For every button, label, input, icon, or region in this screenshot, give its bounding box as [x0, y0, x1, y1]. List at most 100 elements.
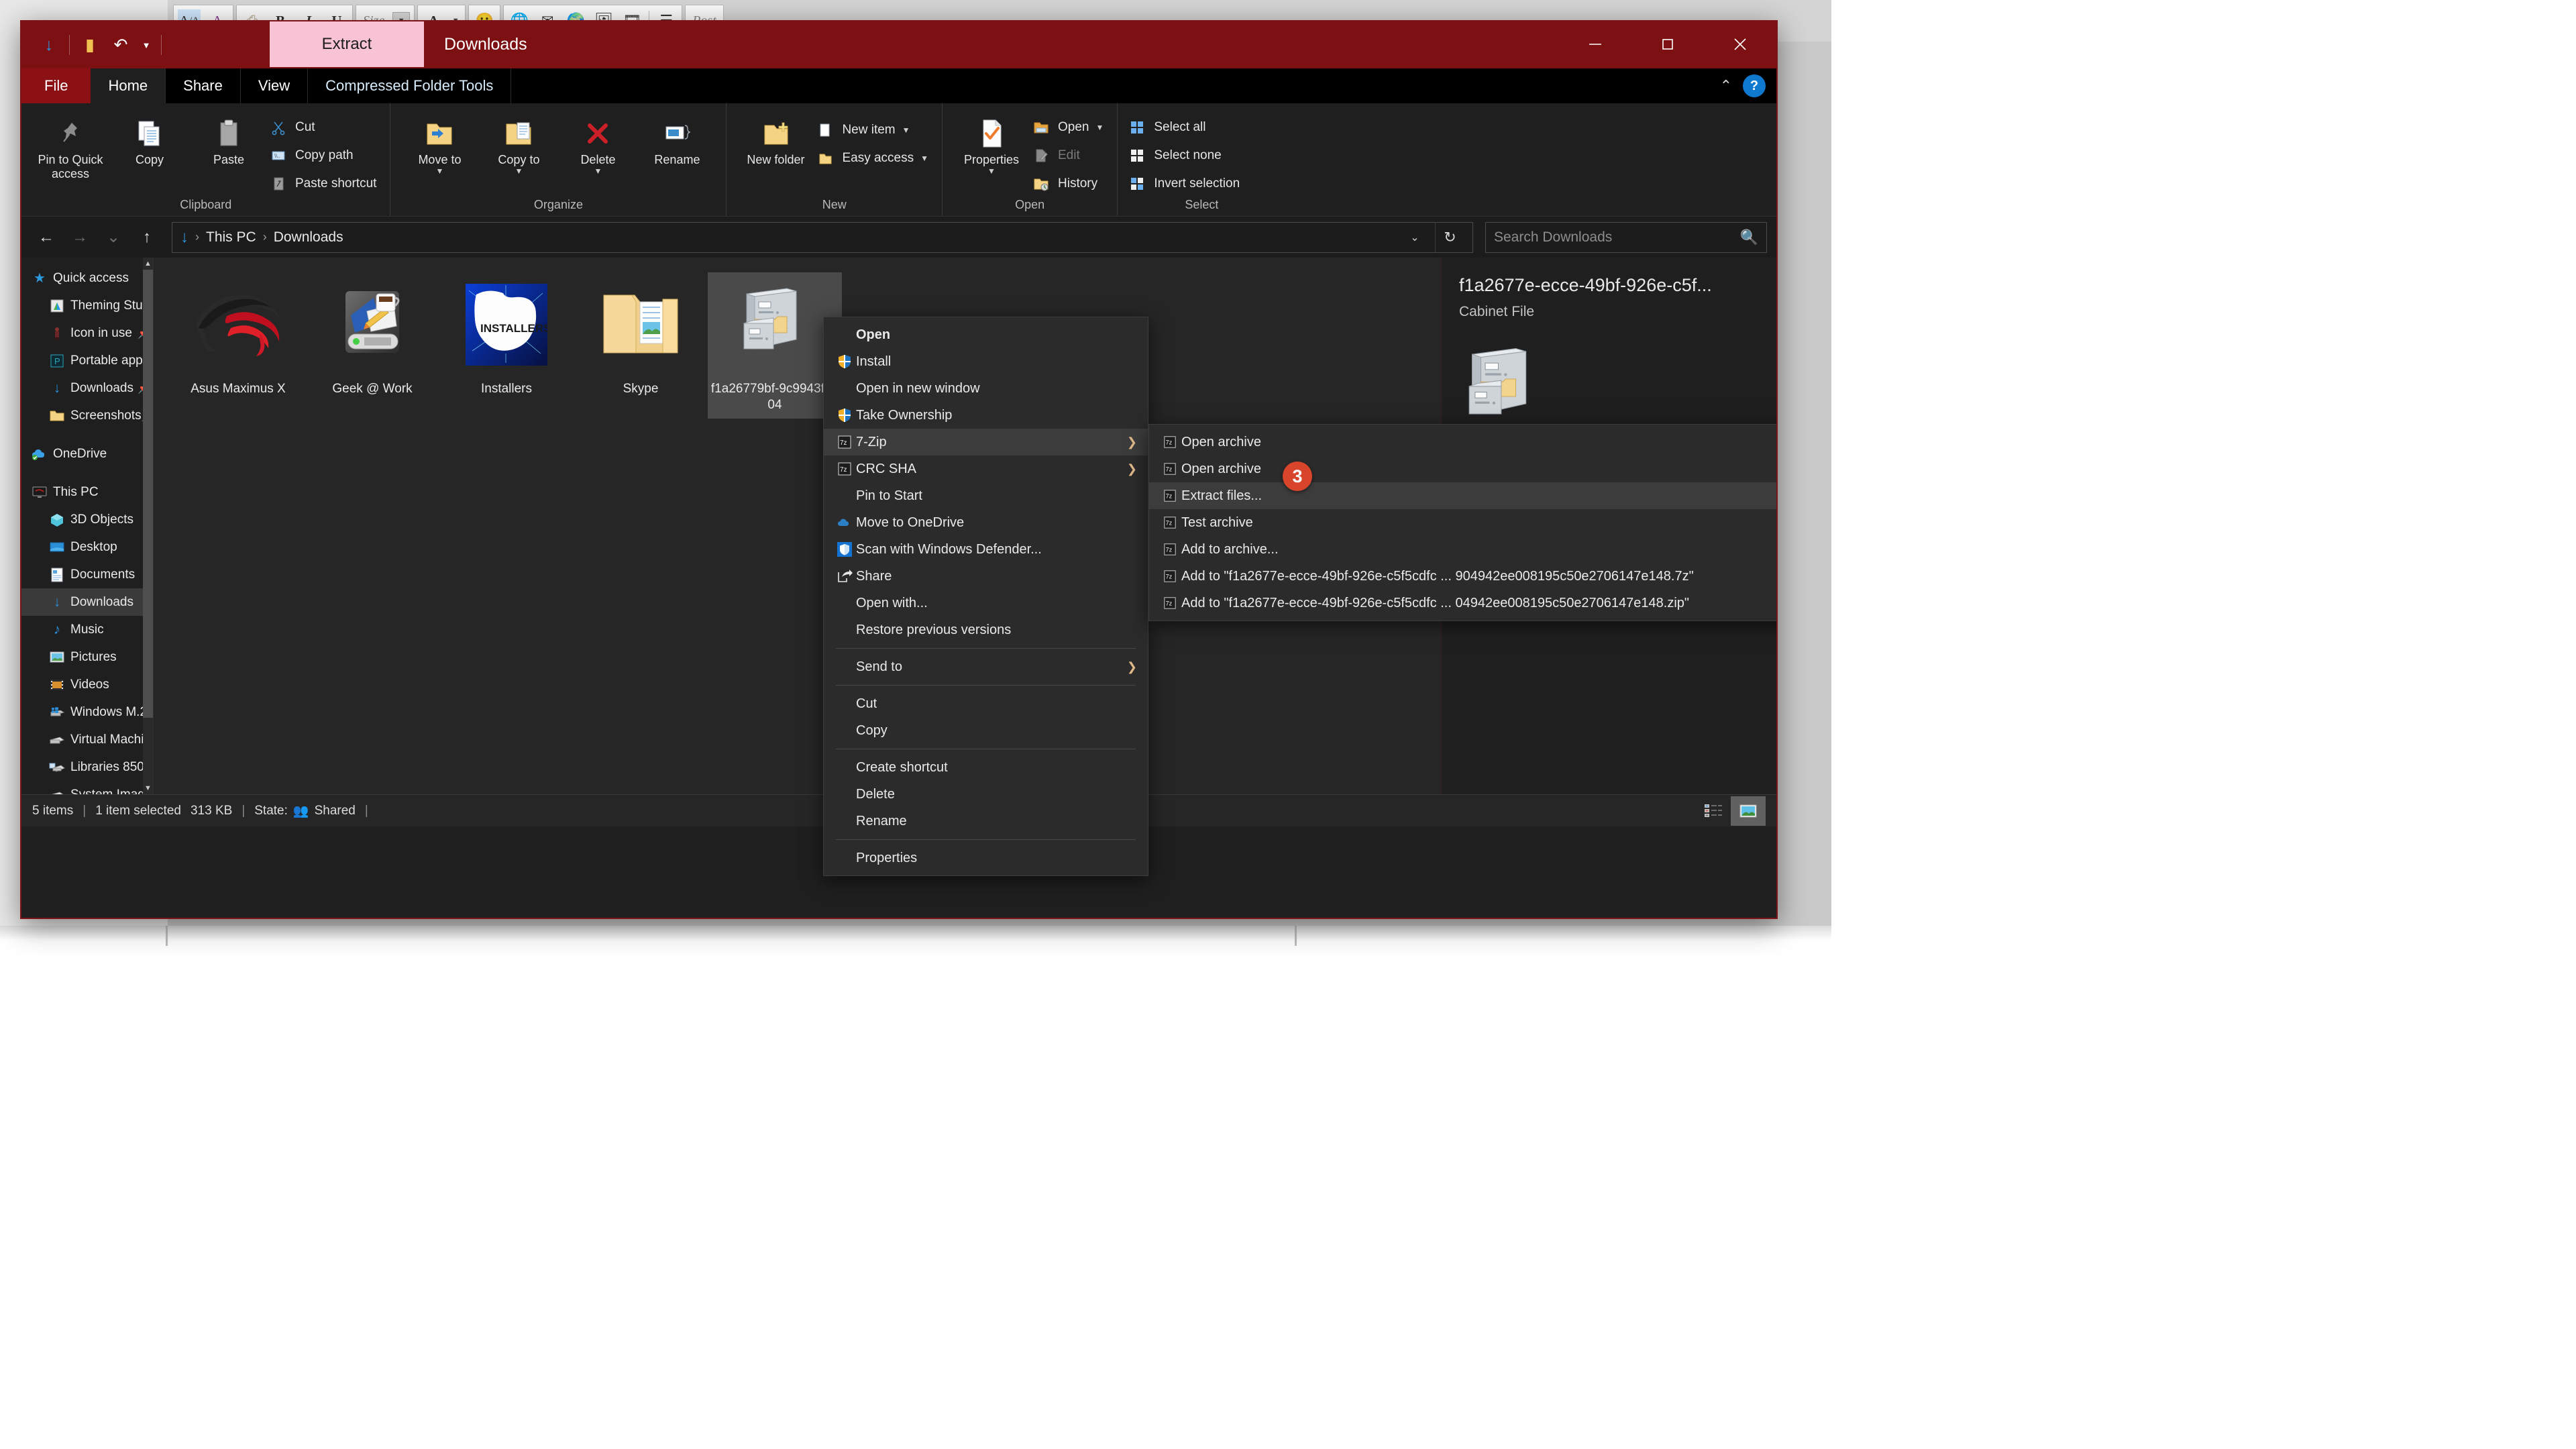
- chevron-down-icon[interactable]: ▼: [987, 166, 996, 176]
- open-button[interactable]: Open ▼: [1031, 115, 1108, 140]
- sidebar-item-system-images-h[interactable]: System Images H: [21, 781, 153, 794]
- file-tile-asus-maximus-x[interactable]: Asus Maximus X: [171, 272, 305, 419]
- sidebar-item-libraries-850evo[interactable]: Libraries 850EVO: [21, 753, 153, 781]
- new-item-button[interactable]: New item ▼: [815, 118, 932, 142]
- sidebar-item-quick-access[interactable]: ★ Quick access: [21, 264, 153, 292]
- sidebar-item-downloads[interactable]: ↓ Downloads: [21, 588, 153, 616]
- menu-item-cut[interactable]: Cut: [824, 690, 1148, 717]
- menu-item-rename[interactable]: Rename: [824, 808, 1148, 835]
- submenu-item-open-archive-submenu[interactable]: 7z Open archive ❯: [1149, 455, 1776, 482]
- navigation-scrollbar[interactable]: ▲ ▼: [143, 258, 153, 794]
- easy-access-button[interactable]: Easy access ▼: [815, 146, 932, 170]
- sidebar-item-3d-objects[interactable]: 3D Objects: [21, 506, 153, 533]
- details-view-button[interactable]: [1696, 796, 1731, 826]
- search-input[interactable]: Search Downloads 🔍: [1485, 221, 1767, 253]
- menu-item-restore-previous-versions[interactable]: Restore previous versions: [824, 616, 1148, 643]
- edit-button[interactable]: Edit: [1031, 144, 1108, 168]
- submenu-item-add-to-7z[interactable]: 7z Add to "f1a2677e-ecce-49bf-926e-c5f5c…: [1149, 563, 1776, 590]
- menu-item-scan-with-windows-defender[interactable]: Scan with Windows Defender...: [824, 536, 1148, 563]
- undo-icon[interactable]: ↶: [105, 29, 136, 61]
- sevenzip-submenu[interactable]: 7z Open archive 7z Open archive ❯ 7z Ext…: [1148, 424, 1776, 621]
- sidebar-item-windows-m2-c[interactable]: Windows M.2 (C:): [21, 698, 153, 726]
- minimize-button[interactable]: [1559, 21, 1631, 67]
- chevron-down-icon[interactable]: ▼: [436, 166, 444, 176]
- help-icon[interactable]: ?: [1743, 74, 1766, 97]
- menu-item-crc-sha[interactable]: 7z CRC SHA ❯: [824, 455, 1148, 482]
- submenu-item-add-to-zip[interactable]: 7z Add to "f1a2677e-ecce-49bf-926e-c5f5c…: [1149, 590, 1776, 616]
- sidebar-item-desktop[interactable]: Desktop: [21, 533, 153, 561]
- submenu-item-test-archive[interactable]: 7z Test archive: [1149, 509, 1776, 536]
- file-tile-skype[interactable]: Skype: [574, 272, 708, 419]
- history-button[interactable]: History: [1031, 172, 1108, 196]
- submenu-item-open-archive[interactable]: 7z Open archive: [1149, 429, 1776, 455]
- folder-icon[interactable]: ▮: [74, 29, 105, 61]
- sidebar-item-this-pc[interactable]: This PC: [21, 478, 153, 506]
- menu-item-take-ownership[interactable]: Take Ownership: [824, 402, 1148, 429]
- downloads-icon[interactable]: ↓: [34, 29, 64, 61]
- menu-item-share[interactable]: Share: [824, 563, 1148, 590]
- tab-home[interactable]: Home: [91, 68, 166, 103]
- tab-file[interactable]: File: [21, 68, 91, 103]
- copy-path-button[interactable]: \\.. Copy path: [268, 144, 380, 168]
- paste-shortcut-button[interactable]: Paste shortcut: [268, 172, 380, 196]
- breadcrumb[interactable]: ↓ › This PC › Downloads ⌄ ↻: [172, 221, 1473, 253]
- sidebar-item-videos[interactable]: Videos: [21, 671, 153, 698]
- menu-item-open[interactable]: Open: [824, 321, 1148, 348]
- sidebar-item-pictures[interactable]: Pictures: [21, 643, 153, 671]
- sidebar-item-onedrive[interactable]: OneDrive: [21, 440, 153, 468]
- file-tile-geek-at-work[interactable]: Geek @ Work: [305, 272, 439, 419]
- sidebar-item-portable-apps[interactable]: P Portable apps 📌: [21, 347, 153, 374]
- breadcrumb-item-downloads[interactable]: Downloads: [274, 229, 343, 246]
- menu-item-7zip[interactable]: 7z 7-Zip ❯: [824, 429, 1148, 455]
- menu-item-delete[interactable]: Delete: [824, 781, 1148, 808]
- menu-item-open-in-new-window[interactable]: Open in new window: [824, 375, 1148, 402]
- close-button[interactable]: [1704, 21, 1776, 67]
- tab-compressed-folder-tools[interactable]: Compressed Folder Tools: [308, 68, 512, 103]
- large-icons-view-button[interactable]: [1731, 796, 1766, 826]
- chevron-down-icon[interactable]: ▼: [515, 166, 523, 176]
- submenu-item-add-to-archive[interactable]: 7z Add to archive...: [1149, 536, 1776, 563]
- chevron-up-icon[interactable]: ▲: [143, 258, 153, 270]
- title-bar[interactable]: ↓ ▮ ↶ ▼ Extract Downloads: [21, 21, 1776, 68]
- submenu-item-extract-files[interactable]: 7z Extract files...: [1149, 482, 1776, 509]
- sidebar-item-music[interactable]: ♪ Music: [21, 616, 153, 643]
- sidebar-item-documents[interactable]: Documents: [21, 561, 153, 588]
- chevron-up-icon[interactable]: ⌃: [1720, 77, 1732, 95]
- file-context-menu[interactable]: Open Install Open in new window Take Own…: [823, 317, 1148, 876]
- cut-button[interactable]: Cut: [268, 115, 380, 140]
- menu-item-properties[interactable]: Properties: [824, 845, 1148, 871]
- sidebar-item-downloads-quick[interactable]: ↓ Downloads 📌: [21, 374, 153, 402]
- chevron-down-icon[interactable]: ▼: [1095, 123, 1104, 132]
- magnifier-icon[interactable]: 🔍: [1740, 229, 1758, 246]
- tab-share[interactable]: Share: [166, 68, 241, 103]
- chevron-down-icon[interactable]: ⌄: [1401, 222, 1428, 253]
- invert-selection-button[interactable]: Invert selection: [1127, 172, 1244, 196]
- chevron-down-icon[interactable]: ▼: [143, 782, 153, 794]
- menu-item-create-shortcut[interactable]: Create shortcut: [824, 754, 1148, 781]
- menu-item-send-to[interactable]: Send to ❯: [824, 653, 1148, 680]
- forward-button[interactable]: →: [64, 222, 95, 253]
- recent-locations-button[interactable]: ⌄: [98, 222, 129, 253]
- chevron-down-icon[interactable]: ▼: [594, 166, 602, 176]
- sidebar-item-virtual-machines[interactable]: Virtual Machines: [21, 726, 153, 753]
- menu-item-copy[interactable]: Copy: [824, 717, 1148, 744]
- menu-item-install[interactable]: Install: [824, 348, 1148, 375]
- menu-item-open-with[interactable]: Open with...: [824, 590, 1148, 616]
- up-button[interactable]: ↑: [131, 222, 162, 253]
- select-none-button[interactable]: Select none: [1127, 144, 1244, 168]
- menu-item-move-to-onedrive[interactable]: Move to OneDrive: [824, 509, 1148, 536]
- tab-view[interactable]: View: [241, 68, 309, 103]
- back-button[interactable]: ←: [31, 222, 62, 253]
- maximize-button[interactable]: [1631, 21, 1704, 67]
- scrollbar-thumb[interactable]: [143, 270, 153, 718]
- chevron-down-icon[interactable]: ▼: [920, 154, 928, 163]
- file-tile-cabinet[interactable]: f1a26779bf-9c9943f7904: [708, 272, 842, 419]
- sidebar-item-theming-stuff[interactable]: Theming Stuff 📌: [21, 292, 153, 319]
- sidebar-item-screenshots[interactable]: Screenshots 📌: [21, 402, 153, 429]
- refresh-icon[interactable]: ↻: [1435, 221, 1464, 253]
- chevron-down-icon[interactable]: ▼: [902, 125, 910, 135]
- file-tile-installers[interactable]: INSTALLERS Installers: [439, 272, 574, 419]
- chevron-down-icon[interactable]: ▼: [136, 29, 156, 61]
- select-all-button[interactable]: Select all: [1127, 115, 1244, 140]
- sidebar-item-icon-in-use[interactable]: Icon in use 📌: [21, 319, 153, 347]
